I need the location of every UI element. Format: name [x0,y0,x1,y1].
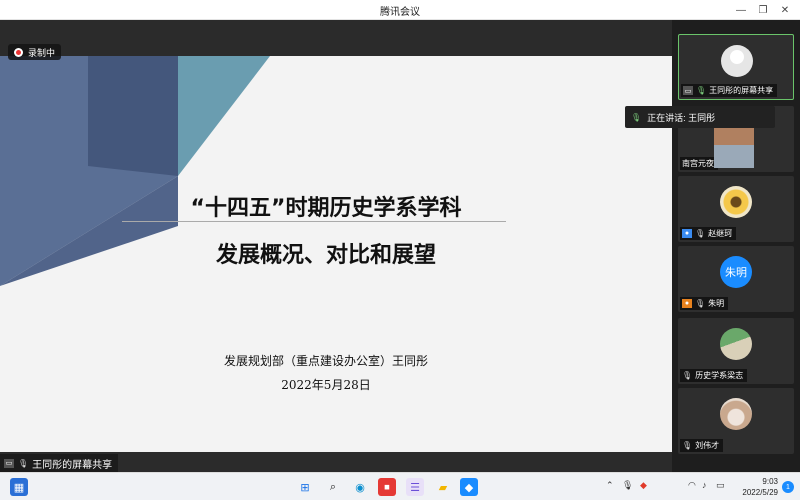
participant-name: 历史学系梁志 [695,371,744,380]
participant-name: 王同彤的屏幕共享 [709,86,774,95]
battery-icon[interactable]: ▭ [716,480,725,491]
record-icon [14,47,23,57]
close-button[interactable]: ✕ [776,2,794,18]
participant-tile[interactable]: ● 🎙 赵继珂 [678,176,794,242]
participant-name: 南宫元夜 [682,159,714,168]
system-clock[interactable]: 9:03 2022/5/29 [742,476,778,498]
avatar [720,186,752,218]
person-icon: ● [682,299,692,308]
participant-tile[interactable]: ▭ 🎙 王同彤的屏幕共享 [678,34,794,100]
avatar [720,328,752,360]
speaking-text: 正在讲话: 王同彤 [647,112,716,123]
speaking-indicator: 🎙 正在讲话: 王同彤 [625,106,775,128]
tray-app-icon[interactable]: ◆ [640,480,647,491]
title-bar: 腾讯会议 — ❐ ✕ [0,0,800,20]
search-icon[interactable]: ⌕ [324,478,342,496]
screen-share-icon: ▭ [4,458,14,468]
clock-time: 9:03 [762,477,778,486]
slide-title-line2: 发展概况、对比和展望 [215,243,436,268]
tray-mic-icon[interactable]: 🎙 [622,480,633,491]
widgets-icon[interactable]: ▦ [10,478,28,496]
slide-title-line1: “十四五”时期历史学系学科 [190,196,462,221]
tray-chevron-icon[interactable]: ⌃ [606,480,614,491]
participant-tile[interactable]: 🎙 刘伟才 [678,388,794,454]
recording-label: 录制中 [28,47,56,58]
participant-tile[interactable]: 朱明 ● 🎙 朱明 [678,246,794,312]
mic-icon: 🎙 [696,86,707,95]
wifi-icon[interactable]: ◠ [688,480,696,491]
recording-indicator[interactable]: 录制中 [8,44,62,60]
taskbar: ▦ ⊞ ⌕ ◉ ◼ ☰ ▰ ◆ ⌃ 🎙 ◆ ◠ ♪ ▭ 9:03 2022/5/… [0,472,800,500]
avatar [720,398,752,430]
meeting-icon[interactable]: ◆ [460,478,478,496]
minimize-button[interactable]: — [732,2,750,18]
clock-date: 2022/5/29 [742,488,778,497]
person-icon: ● [682,229,692,238]
app-red-icon[interactable]: ◼ [378,478,396,496]
notification-badge[interactable]: 1 [782,481,794,493]
folder-icon[interactable]: ▰ [434,478,452,496]
participants-panel: ▭ 🎙 王同彤的屏幕共享 南宫元夜 ● 🎙 赵继珂 朱明 ● 🎙 朱明 🎙 历史… [672,20,800,472]
edge-icon[interactable]: ◉ [351,478,369,496]
screen-share-label: ▭ 🎙 王同彤的屏幕共享 [0,454,119,472]
participant-name: 刘伟才 [695,441,720,450]
shared-screen-area: “十四五”时期历史学系学科 发展概况、对比和展望 发展规划部（重点建设办公室）王… [0,20,672,472]
mic-muted-icon: 🎙 [682,371,693,380]
presentation-slide: “十四五”时期历史学系学科 发展概况、对比和展望 发展规划部（重点建设办公室）王… [0,56,672,452]
mic-muted-icon: 🎙 [682,441,693,450]
speaking-mic-icon: 🎙 [631,112,642,122]
avatar: 朱明 [720,256,752,288]
slide-author: 发展规划部（重点建设办公室）王同彤 [223,354,428,368]
screen-share-icon: ▭ [683,86,693,95]
mic-icon: 🎙 [18,458,29,468]
participant-name: 赵继珂 [708,229,733,238]
window-title: 腾讯会议 [380,7,420,18]
windows-start-icon[interactable]: ⊞ [296,478,314,496]
mic-muted-icon: 🎙 [695,229,706,238]
mic-muted-icon: 🎙 [695,299,706,308]
slide-date: 2022年5月28日 [281,378,371,392]
participant-tile[interactable]: 🎙 历史学系梁志 [678,318,794,384]
screen-share-owner: 王同彤的屏幕共享 [32,459,113,471]
title-divider [122,221,506,222]
participant-name: 朱明 [708,299,725,308]
default-avatar [721,45,753,77]
speaker-icon[interactable]: ♪ [702,480,707,490]
notes-icon[interactable]: ☰ [406,478,424,496]
restore-button[interactable]: ❐ [754,2,772,18]
